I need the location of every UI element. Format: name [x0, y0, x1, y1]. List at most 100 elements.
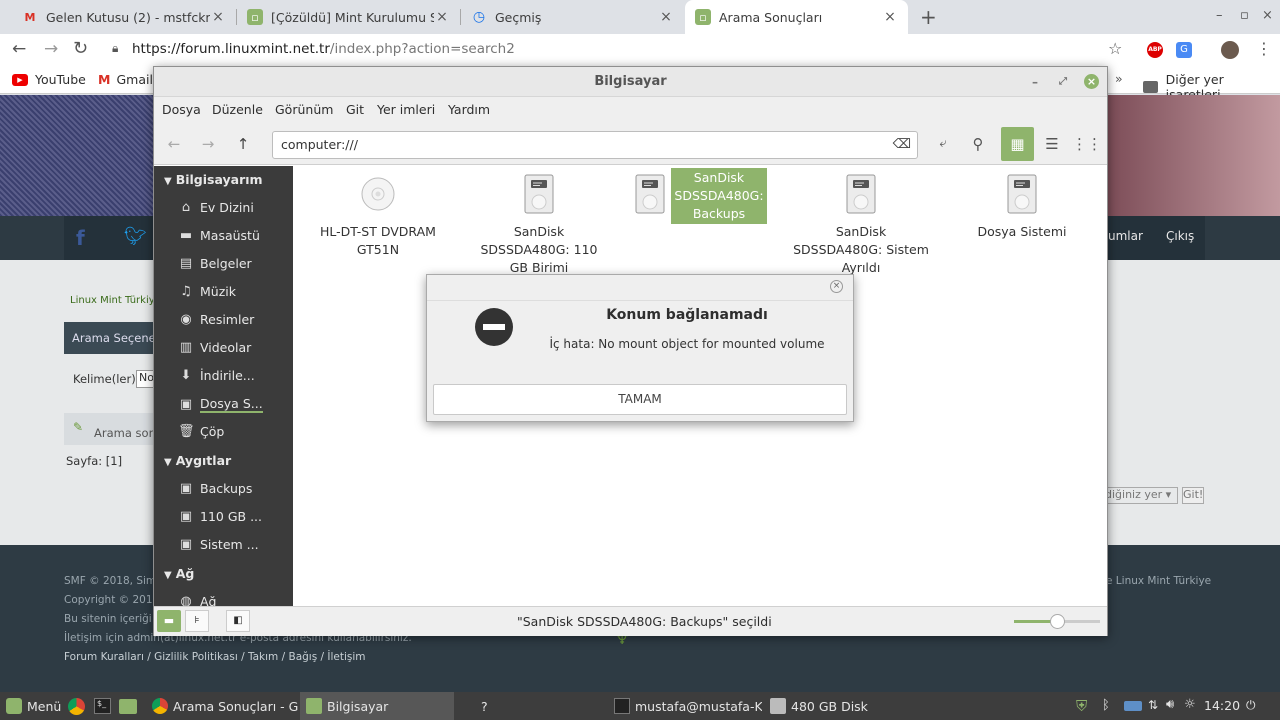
shield-icon[interactable]: ⛨ — [1076, 697, 1087, 715]
ok-button[interactable]: TAMAM — [433, 384, 847, 415]
menu-help[interactable]: Yardım — [448, 102, 490, 117]
menu-go[interactable]: Git — [346, 102, 364, 117]
sidebar-item-documents[interactable]: ▤ Belgeler — [178, 256, 252, 271]
sidebar-item-pictures[interactable]: ◉ Resimler — [178, 312, 254, 327]
sidebar-item-desktop[interactable]: ▬ Masaüstü — [178, 228, 260, 243]
tree-toggle-icon[interactable]: ⊧ — [185, 610, 209, 632]
tab-title: [Çözüldü] Mint Kurulumu Sor — [271, 9, 434, 25]
menu-edit[interactable]: Düzenle — [212, 102, 263, 117]
location-input[interactable]: computer:/// ⌫ — [272, 131, 918, 159]
sidebar-item-110gb[interactable]: ▣ 110 GB ... — [178, 509, 262, 524]
zoom-slider[interactable] — [1014, 614, 1100, 629]
section-network[interactable]: ▼ Ağ — [164, 566, 194, 581]
bookmark-youtube[interactable]: ▶ YouTube — [12, 72, 86, 87]
footer-links[interactable]: Forum Kuralları / Gizlilik Politikası / … — [64, 651, 366, 663]
forward-icon[interactable]: → — [192, 128, 224, 160]
brightness-icon[interactable]: ☼ — [1184, 697, 1196, 712]
nav-item-logout[interactable]: Çıkış — [1166, 229, 1194, 243]
section-my-computer[interactable]: ▼ Bilgisayarım — [164, 172, 263, 187]
search-icon[interactable]: ⚲ — [962, 128, 994, 160]
sidebar-item-network[interactable]: ◍ Ağ — [178, 594, 216, 606]
clock[interactable]: 14:20 — [1204, 698, 1240, 713]
zoom-slider-handle[interactable] — [1050, 614, 1065, 629]
network-icon[interactable]: ⇅ — [1148, 698, 1158, 712]
forum-icon: ▫ — [695, 9, 711, 25]
sidebar-item-trash[interactable]: 🗑︎ Çöp — [178, 424, 224, 439]
close-tab-icon[interactable]: × — [658, 9, 674, 25]
menu-bookmarks[interactable]: Yer imleri — [377, 102, 435, 117]
bookmark-gmail[interactable]: M Gmail — [98, 72, 153, 87]
icon-view-icon[interactable]: ▦ — [1001, 127, 1034, 161]
taskbar-window-terminal[interactable]: mustafa@mustafa-K... — [608, 692, 762, 720]
sidebar-item-system[interactable]: ▣ Sistem ... — [178, 537, 259, 552]
facebook-icon[interactable]: f — [76, 226, 85, 250]
browser-tab-gmail[interactable]: M Gelen Kutusu (2) - mstfckmk7 × — [12, 0, 236, 34]
address-bar[interactable]: https://forum.linuxmint.net.tr/index.php… — [132, 41, 515, 57]
maximize-icon[interactable]: ▫ — [1240, 8, 1249, 23]
close-tab-icon[interactable]: × — [882, 9, 898, 25]
chrome-menu-icon[interactable]: ⋮ — [1256, 39, 1272, 58]
section-devices[interactable]: ▼ Aygıtlar — [164, 453, 231, 468]
volume-icon[interactable]: 🔊︎ — [1166, 697, 1174, 712]
section-title: Bilgisayarım — [175, 172, 263, 187]
more-bookmarks-button[interactable]: » — [1115, 71, 1123, 86]
browser-tab-search-results[interactable]: ▫ Arama Sonuçları × — [685, 0, 908, 34]
files-launcher-icon[interactable] — [119, 699, 137, 714]
minimize-icon[interactable]: – — [1216, 8, 1223, 23]
list-view-icon[interactable]: ☰ — [1036, 128, 1068, 160]
file-item-dvd[interactable]: HL-DT-ST DVDRAM GT51N — [303, 166, 453, 259]
back-icon[interactable]: ← — [158, 128, 190, 160]
start-menu-button[interactable]: Menü — [0, 692, 66, 720]
sidebar-item-videos[interactable]: ▥ Videolar — [178, 340, 251, 355]
avatar[interactable] — [1221, 41, 1239, 59]
toggle-location-icon[interactable]: ⤶ — [927, 128, 959, 160]
compact-view-icon[interactable]: ⋮⋮ — [1071, 128, 1103, 160]
minimize-icon[interactable]: – — [1032, 67, 1038, 97]
bookmark-star-icon[interactable]: ☆ — [1108, 39, 1122, 58]
bluetooth-icon[interactable]: ᛒ — [1102, 698, 1110, 713]
sidebar-item-filesystem[interactable]: ▣ Dosya S... — [178, 396, 263, 413]
taskbar-window-label: 480 GB Disk — [791, 698, 868, 714]
chrome-launcher-icon[interactable] — [68, 698, 85, 715]
sidebar-item-backups[interactable]: ▣ Backups — [178, 481, 253, 496]
keyboard-layout-icon[interactable] — [1124, 701, 1142, 711]
nav-item-forums[interactable]: umlar — [1108, 229, 1143, 243]
file-item-filesystem[interactable]: Dosya Sistemi — [947, 166, 1097, 241]
browser-tab-history[interactable]: ◷ Geçmiş × — [461, 0, 684, 34]
window-titlebar[interactable]: Bilgisayar – ⤢ × — [154, 67, 1107, 97]
taskbar-window-unknown[interactable]: ? — [456, 692, 606, 720]
menu-view[interactable]: Görünüm — [275, 102, 333, 117]
file-item-backups[interactable]: SanDisk SDSSDA480G: Backups — [625, 166, 775, 224]
go-button[interactable]: Git! — [1182, 487, 1204, 504]
taskbar-window-disk[interactable]: 480 GB Disk — [764, 692, 916, 720]
forward-icon[interactable]: → — [44, 39, 58, 59]
back-icon[interactable]: ← — [12, 39, 26, 59]
sidebar-hide-icon[interactable]: ◧ — [226, 610, 250, 632]
close-tab-icon[interactable]: × — [210, 9, 226, 25]
sidebar-item-home[interactable]: ⌂ Ev Dizini — [178, 200, 254, 215]
file-item-110gb[interactable]: SanDisk SDSSDA480G: 110 GB Birimi — [464, 166, 614, 277]
close-window-icon[interactable]: × — [1262, 8, 1273, 23]
places-toggle-icon[interactable]: ▬ — [157, 610, 181, 632]
sidebar-item-music[interactable]: ♫ Müzik — [178, 284, 236, 299]
power-icon[interactable]: ⏻ — [1246, 698, 1256, 713]
taskbar-window-browser[interactable]: Arama Sonuçları - Go... — [146, 692, 298, 720]
jump-to-select[interactable]: diğiniz yer ▾ — [1104, 487, 1178, 504]
taskbar-window-filemanager[interactable]: Bilgisayar — [300, 692, 454, 720]
up-icon[interactable]: ↑ — [227, 128, 259, 160]
clear-location-icon[interactable]: ⌫ — [893, 132, 911, 158]
reload-icon[interactable]: ↻ — [73, 38, 88, 59]
close-tab-icon[interactable]: × — [434, 9, 450, 25]
twitter-icon[interactable]: 🐦︎ — [124, 226, 147, 247]
adblock-icon[interactable]: ABP — [1147, 42, 1163, 58]
close-icon[interactable]: × — [830, 280, 843, 293]
maximize-icon[interactable]: ⤢ — [1059, 67, 1067, 97]
browser-tab-forum[interactable]: ▫ [Çözüldü] Mint Kurulumu Sor × — [237, 0, 460, 34]
close-icon[interactable]: × — [1084, 74, 1099, 89]
sidebar-item-downloads[interactable]: ⬇ İndirile... — [178, 368, 255, 383]
file-item-system[interactable]: SanDisk SDSSDA480G: Sistem Ayrıldı — [786, 166, 936, 277]
translate-icon[interactable]: G — [1176, 42, 1192, 58]
menu-file[interactable]: Dosya — [162, 102, 201, 117]
new-tab-button[interactable]: + — [920, 5, 937, 29]
terminal-launcher-icon[interactable]: $_ — [94, 698, 111, 714]
